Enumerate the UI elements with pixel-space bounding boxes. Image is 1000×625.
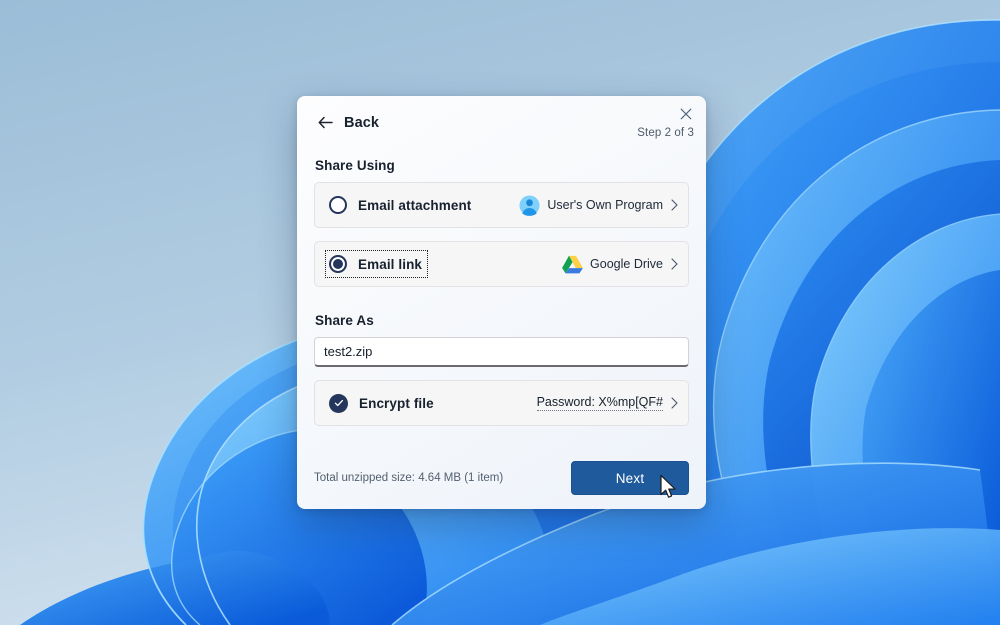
close-icon <box>680 108 692 120</box>
dialog-body: Share Using Email attachment User's Own … <box>297 154 706 447</box>
option-email-attachment-label: Email attachment <box>358 198 471 213</box>
chevron-right-icon <box>670 257 679 271</box>
email-link-target[interactable]: Google Drive <box>562 254 679 275</box>
radio-email-attachment[interactable] <box>329 196 347 214</box>
email-attachment-target[interactable]: User's Own Program <box>519 195 679 216</box>
email-attachment-target-label: User's Own Program <box>547 198 663 212</box>
back-button-label: Back <box>344 115 379 131</box>
option-email-attachment[interactable]: Email attachment User's Own Program <box>314 182 689 228</box>
user-avatar-icon <box>519 195 540 216</box>
encrypt-file-label: Encrypt file <box>359 396 434 411</box>
total-size-note: Total unzipped size: 4.64 MB (1 item) <box>314 472 503 484</box>
back-button[interactable]: Back <box>311 112 385 133</box>
close-button[interactable] <box>675 104 697 124</box>
radio-email-link[interactable] <box>329 255 347 273</box>
chevron-right-icon <box>670 396 679 410</box>
filename-input[interactable] <box>314 337 689 367</box>
option-email-link-label: Email link <box>358 257 422 272</box>
encrypt-file-row[interactable]: Encrypt file Password: X%mp[QF# <box>314 380 689 426</box>
share-as-title: Share As <box>315 313 689 328</box>
share-using-title: Share Using <box>315 158 689 173</box>
dialog-header: Back Step 2 of 3 <box>297 96 706 154</box>
share-dialog: Back Step 2 of 3 Share Using Email attac… <box>297 96 706 509</box>
encrypt-password-label: Password: X%mp[QF# <box>537 395 663 411</box>
email-attachment-radio-group[interactable]: Email attachment <box>326 192 476 218</box>
check-icon <box>333 397 345 409</box>
google-drive-icon <box>562 254 583 275</box>
encrypt-file-toggle[interactable]: Encrypt file <box>326 390 439 417</box>
encrypt-password-target[interactable]: Password: X%mp[QF# <box>537 395 679 411</box>
email-link-radio-group[interactable]: Email link <box>326 251 427 277</box>
dialog-footer: Total unzipped size: 4.64 MB (1 item) Ne… <box>297 447 706 509</box>
check-circle-icon[interactable] <box>329 394 348 413</box>
option-email-link[interactable]: Email link Google Drive <box>314 241 689 287</box>
step-indicator: Step 2 of 3 <box>637 127 694 139</box>
arrow-left-icon <box>317 114 334 131</box>
next-button[interactable]: Next <box>571 461 689 495</box>
email-link-target-label: Google Drive <box>590 257 663 271</box>
chevron-right-icon <box>670 198 679 212</box>
